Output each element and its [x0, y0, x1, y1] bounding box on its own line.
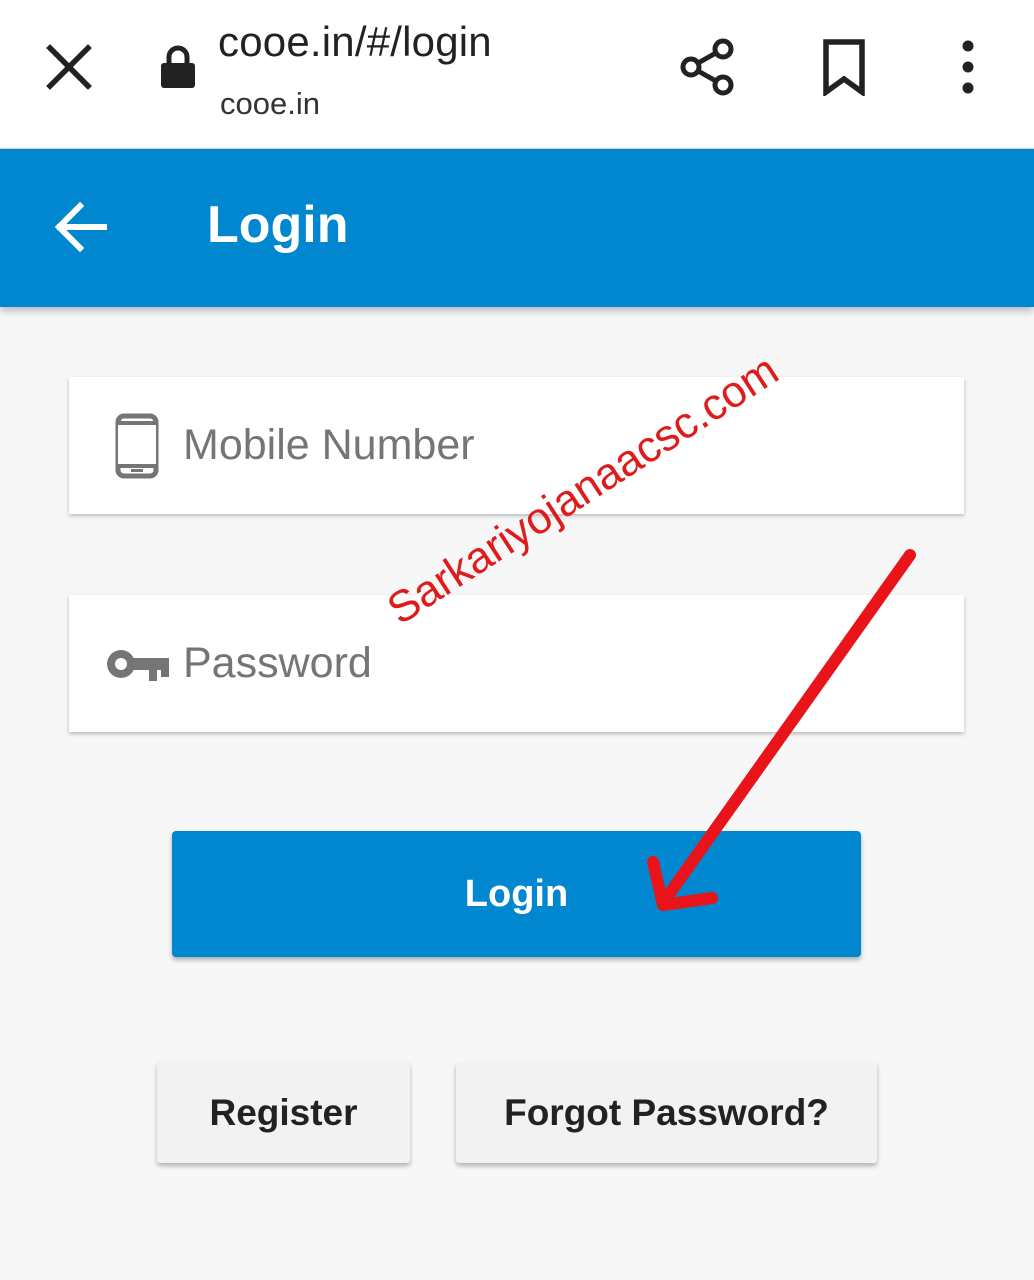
browser-toolbar: cooe.in/#/login cooe.in: [0, 0, 1034, 149]
more-vertical-icon[interactable]: [950, 36, 986, 98]
close-icon[interactable]: [44, 42, 94, 92]
password-field[interactable]: [69, 595, 964, 732]
page-title: Login: [207, 196, 349, 254]
register-button[interactable]: Register: [157, 1062, 410, 1163]
mobile-number-input[interactable]: [183, 407, 923, 483]
share-icon[interactable]: [676, 36, 738, 98]
url-domain: cooe.in: [220, 86, 320, 121]
lock-icon: [161, 45, 195, 88]
login-button[interactable]: Login: [172, 831, 861, 957]
mobile-number-field[interactable]: [69, 377, 964, 514]
phone-icon: [115, 413, 159, 479]
app-bar: Login: [0, 149, 1034, 307]
forgot-password-button[interactable]: Forgot Password?: [456, 1062, 877, 1163]
bookmark-icon[interactable]: [820, 38, 868, 96]
arrow-left-icon[interactable]: [50, 199, 110, 255]
url-text[interactable]: cooe.in/#/login: [218, 18, 492, 66]
key-icon: [107, 650, 169, 681]
password-input[interactable]: [183, 625, 923, 701]
